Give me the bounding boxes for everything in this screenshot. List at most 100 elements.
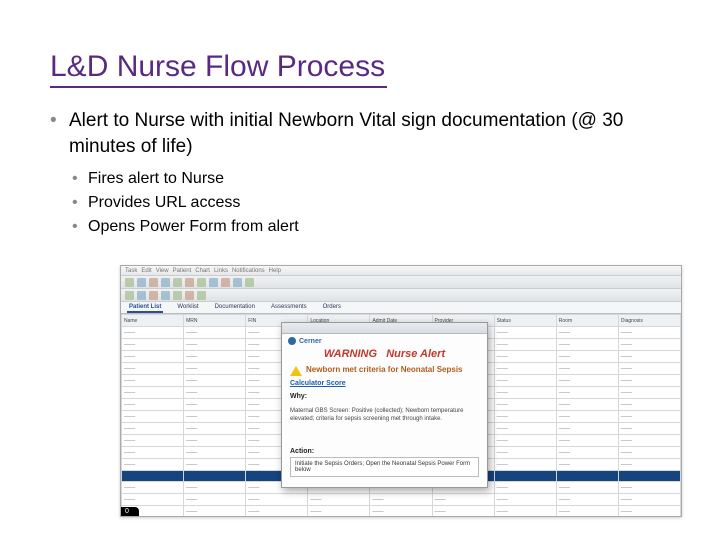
tool-icon[interactable] xyxy=(185,291,194,300)
alert-heading-warning: WARNING xyxy=(324,348,377,360)
table-cell: –––– xyxy=(246,506,308,518)
table-cell: –––– xyxy=(556,447,618,459)
tool-icon[interactable] xyxy=(209,278,218,287)
table-cell: –––– xyxy=(494,411,556,423)
alert-criteria-row: Newborn met criteria for Neonatal Sepsis xyxy=(282,362,487,378)
tool-icon[interactable] xyxy=(137,291,146,300)
table-cell: –––– xyxy=(618,327,680,339)
nurse-alert-dialog: Cerner WARNING Nurse Alert Newborn met c… xyxy=(281,322,488,488)
bullet-sub-2: Provides URL access xyxy=(72,191,670,215)
tool-icon[interactable] xyxy=(197,278,206,287)
table-cell: –––– xyxy=(122,351,184,363)
menu-edit[interactable]: Edit xyxy=(141,268,151,274)
bullet-sub-3: Opens Power Form from alert xyxy=(72,215,670,239)
table-cell xyxy=(122,471,184,482)
table-cell: –––– xyxy=(618,459,680,471)
tool-icon[interactable] xyxy=(233,278,242,287)
table-cell: –––– xyxy=(494,459,556,471)
emr-screenshot: Task Edit View Patient Chart Links Notif… xyxy=(120,265,682,517)
tool-icon[interactable] xyxy=(197,291,206,300)
table-cell: –––– xyxy=(618,363,680,375)
table-cell: –––– xyxy=(556,459,618,471)
table-cell: –––– xyxy=(494,399,556,411)
alert-heading: WARNING Nurse Alert xyxy=(282,345,487,362)
tab-documentation[interactable]: Documentation xyxy=(213,304,257,313)
table-cell: –––– xyxy=(618,423,680,435)
table-cell: –––– xyxy=(122,339,184,351)
table-cell: –––– xyxy=(618,339,680,351)
action-label: Action: xyxy=(282,442,487,457)
tab-patient-list[interactable]: Patient List xyxy=(127,304,163,313)
table-cell: –––– xyxy=(184,423,246,435)
tool-icon[interactable] xyxy=(245,278,254,287)
table-cell: –––– xyxy=(184,375,246,387)
table-cell: –––– xyxy=(122,387,184,399)
table-cell: –––– xyxy=(556,387,618,399)
table-cell: –––– xyxy=(618,411,680,423)
table-cell: –––– xyxy=(184,435,246,447)
action-body[interactable]: Initiate the Sepsis Orders; Open the Neo… xyxy=(290,457,479,477)
tab-worklist[interactable]: Worklist xyxy=(175,304,200,313)
menu-patient[interactable]: Patient xyxy=(173,268,192,274)
warning-triangle-icon xyxy=(290,366,302,376)
table-cell: –––– xyxy=(556,399,618,411)
table-cell: –––– xyxy=(184,327,246,339)
table-cell: –––– xyxy=(184,339,246,351)
menu-view[interactable]: View xyxy=(156,268,169,274)
table-cell: –––– xyxy=(184,506,246,518)
table-cell: –––– xyxy=(618,482,680,494)
table-cell: –––– xyxy=(122,363,184,375)
alert-heading-sub: Nurse Alert xyxy=(386,348,445,360)
table-cell: –––– xyxy=(494,482,556,494)
table-cell xyxy=(494,471,556,482)
why-body: Maternal GBS Screen: Positive (collected… xyxy=(282,402,487,442)
tool-icon[interactable] xyxy=(221,278,230,287)
table-cell: –––– xyxy=(556,411,618,423)
menu-chart[interactable]: Chart xyxy=(195,268,210,274)
menu-links[interactable]: Links xyxy=(214,268,228,274)
col-h[interactable]: MRN xyxy=(184,315,246,327)
tool-icon[interactable] xyxy=(173,291,182,300)
table-cell: –––– xyxy=(122,447,184,459)
tool-icon[interactable] xyxy=(149,291,158,300)
tool-icon[interactable] xyxy=(125,278,134,287)
patient-grid: Name MRN FIN Location Admit Date Provide… xyxy=(121,314,681,517)
table-cell: –––– xyxy=(184,399,246,411)
table-cell: –––– xyxy=(556,482,618,494)
table-cell: –––– xyxy=(494,494,556,506)
table-row[interactable]: –––––––––––––––––––––––––––––––––––– xyxy=(122,506,681,518)
tab-assessments[interactable]: Assessments xyxy=(269,304,309,313)
col-h[interactable]: Diagnosis xyxy=(618,315,680,327)
table-cell: –––– xyxy=(494,387,556,399)
menu-notifications[interactable]: Notifications xyxy=(232,268,265,274)
table-cell: –––– xyxy=(246,494,308,506)
table-cell: –––– xyxy=(556,363,618,375)
tab-orders[interactable]: Orders xyxy=(321,304,343,313)
table-cell: –––– xyxy=(494,435,556,447)
calculator-score-link[interactable]: Calculator Score xyxy=(290,380,346,387)
tool-icon[interactable] xyxy=(161,278,170,287)
tool-icon[interactable] xyxy=(149,278,158,287)
tool-icon[interactable] xyxy=(185,278,194,287)
table-cell: –––– xyxy=(494,447,556,459)
corner-tab[interactable]: 0 xyxy=(121,507,139,516)
tool-icon[interactable] xyxy=(161,291,170,300)
brand-logo: Cerner xyxy=(282,334,487,345)
menu-task[interactable]: Task xyxy=(125,268,137,274)
page-title: L&D Nurse Flow Process xyxy=(50,50,387,88)
table-cell: –––– xyxy=(556,339,618,351)
col-h[interactable]: Room xyxy=(556,315,618,327)
bullet-sub-1: Fires alert to Nurse xyxy=(72,167,670,191)
col-h[interactable]: Name xyxy=(122,315,184,327)
col-h[interactable]: Status xyxy=(494,315,556,327)
tool-icon[interactable] xyxy=(137,278,146,287)
tool-icon[interactable] xyxy=(173,278,182,287)
table-cell: –––– xyxy=(184,363,246,375)
table-row[interactable]: –––––––––––––––––––––––––––––––––––– xyxy=(122,494,681,506)
menu-help[interactable]: Help xyxy=(269,268,281,274)
table-cell: –––– xyxy=(556,375,618,387)
dialog-titlebar[interactable] xyxy=(282,323,487,334)
table-cell: –––– xyxy=(184,459,246,471)
table-cell: –––– xyxy=(370,506,432,518)
tool-icon[interactable] xyxy=(125,291,134,300)
